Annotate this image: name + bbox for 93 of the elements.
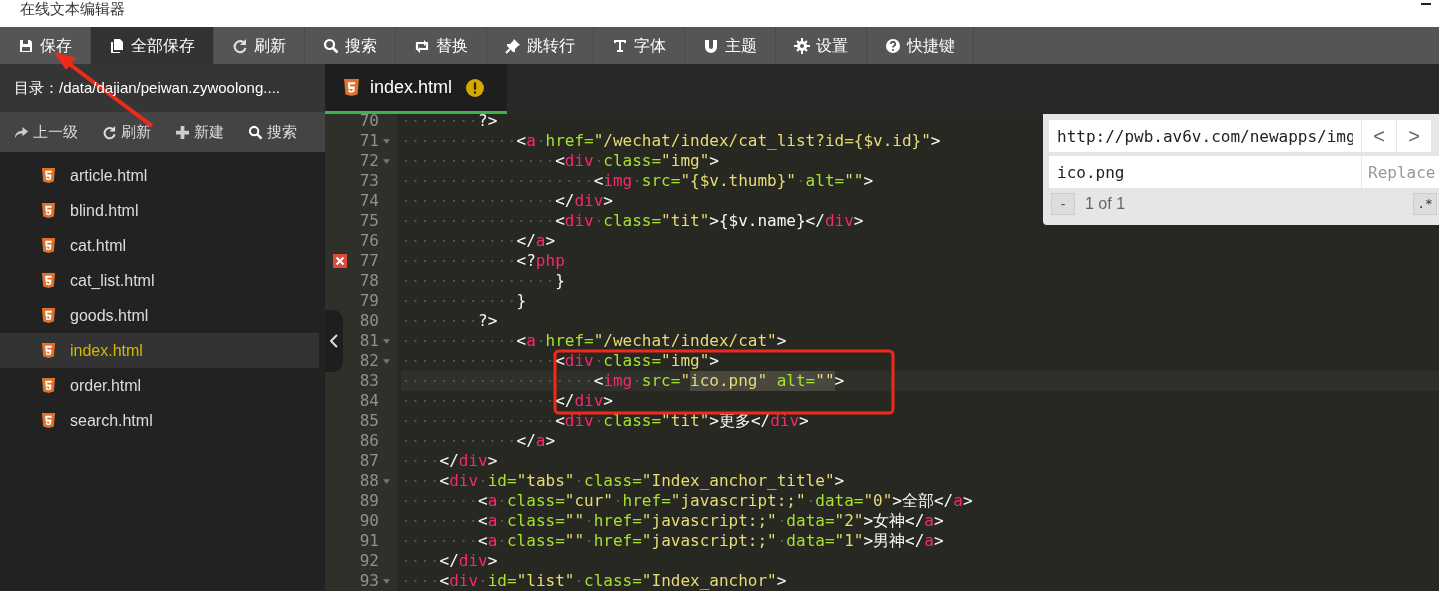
line-number: 91 (359, 530, 379, 552)
line-number: 76 (359, 230, 379, 252)
sidebar-action[interactable]: 刷新 (102, 120, 151, 144)
help-icon (885, 37, 901, 54)
file-item[interactable]: cat.html (0, 228, 319, 263)
line-number: 72 (359, 150, 379, 172)
html5-file-icon (41, 167, 56, 184)
code-line: </a> (401, 431, 1439, 451)
code-line: </div> (401, 551, 1439, 571)
line-number: 73 (359, 170, 379, 192)
editor-tab[interactable]: index.html (325, 64, 507, 114)
fold-arrow-icon[interactable] (382, 338, 390, 344)
html5-file-icon (343, 78, 360, 97)
html5-file-icon (41, 412, 56, 429)
refresh-icon (232, 37, 248, 54)
line-number: 85 (359, 410, 379, 432)
line-number: 84 (359, 390, 379, 412)
line-number: 71 (359, 130, 379, 152)
file-item[interactable]: blind.html (0, 193, 319, 228)
fold-arrow-icon[interactable] (382, 158, 390, 164)
code-line: <a href="/wechat/index/cat"> (401, 331, 1439, 351)
file-item[interactable]: index.html (0, 333, 319, 368)
file-item[interactable]: search.html (0, 403, 319, 438)
sidebar-action[interactable]: 上一级 (14, 120, 78, 144)
swap-arrows-icon (414, 37, 430, 54)
code-line: <a class="" href="javascript:;" data="1">男神</a> (401, 531, 1439, 551)
html5-file-icon (41, 377, 56, 394)
magnet-icon (703, 37, 719, 54)
collapse-handle[interactable] (325, 310, 343, 372)
regex-toggle[interactable]: .* (1413, 193, 1437, 215)
file-item[interactable]: order.html (0, 368, 319, 403)
fold-arrow-icon[interactable] (382, 138, 390, 144)
text-cursor-icon (612, 37, 628, 54)
line-number: 87 (359, 450, 379, 472)
sidebar-action[interactable]: 新建 (175, 120, 224, 144)
find-field[interactable]: ico.png (1049, 156, 1361, 188)
replace-field[interactable]: Replace (1362, 156, 1439, 188)
code-line: </a> (401, 231, 1439, 251)
sidebar-action[interactable]: 搜索 (248, 120, 297, 144)
file-item[interactable]: cat_list.html (0, 263, 319, 298)
previous-match-button[interactable]: < (1362, 120, 1396, 152)
line-number: 81 (359, 330, 379, 352)
plus-icon (175, 124, 190, 140)
code-line: } (401, 291, 1439, 311)
html5-file-icon (41, 202, 56, 219)
line-number: 83 (359, 370, 379, 392)
line-number: 90 (359, 510, 379, 532)
code-line: </div> (401, 451, 1439, 471)
code-line: <?php (401, 251, 1439, 271)
search-icon (323, 37, 339, 54)
code-line: <div class="tit">更多</div> (401, 411, 1439, 431)
line-number: 88 (359, 470, 379, 492)
code-line: </div> (401, 391, 1439, 411)
line-number: 75 (359, 210, 379, 232)
code-line: <div id="tabs" class="Index_anchor_title"> (401, 471, 1439, 491)
code-line: <div class="img"> (401, 351, 1439, 371)
line-number: 79 (359, 290, 379, 312)
line-number: 74 (359, 190, 379, 212)
code-line: } (401, 271, 1439, 291)
window-title: 在线文本编辑器 (20, 0, 125, 20)
minus-button[interactable]: - (1051, 193, 1075, 215)
settings-icon (794, 37, 810, 54)
copy-icon (109, 37, 125, 54)
match-count: 1 of 1 (1085, 194, 1126, 214)
share-arrow-icon (14, 124, 29, 140)
code-line: ?> (401, 311, 1439, 331)
line-number: 93 (359, 570, 379, 591)
refresh-icon (102, 124, 117, 140)
next-match-button[interactable]: > (1397, 120, 1431, 152)
html5-file-icon (41, 237, 56, 254)
toolbar-button[interactable]: 全部保存 (91, 27, 214, 64)
line-number: 70 (359, 114, 379, 132)
fold-arrow-icon[interactable] (382, 478, 390, 484)
line-number: 82 (359, 350, 379, 372)
line-number: 92 (359, 550, 379, 572)
line-number: 86 (359, 430, 379, 452)
file-item[interactable]: article.html (0, 158, 319, 193)
fold-arrow-icon[interactable] (382, 358, 390, 364)
line-number: 78 (359, 270, 379, 292)
fold-arrow-icon[interactable] (382, 578, 390, 584)
search-icon (248, 124, 263, 140)
html5-file-icon (41, 307, 56, 324)
code-line: <a class="" href="javascript:;" data="2">女神</a> (401, 511, 1439, 531)
line-number: 80 (359, 310, 379, 332)
line-number: 77 (359, 250, 379, 272)
pin-icon (505, 37, 521, 54)
file-item[interactable]: goods.html (0, 298, 319, 333)
html5-file-icon (41, 272, 56, 289)
line-number: 89 (359, 490, 379, 512)
chevron-left-icon (330, 334, 338, 348)
code-line: <div id="list" class="Index_anchor"> (401, 571, 1439, 591)
html5-file-icon (41, 342, 56, 359)
code-line: <a class="cur" href="javascript:;" data="0">全部</a> (401, 491, 1439, 511)
